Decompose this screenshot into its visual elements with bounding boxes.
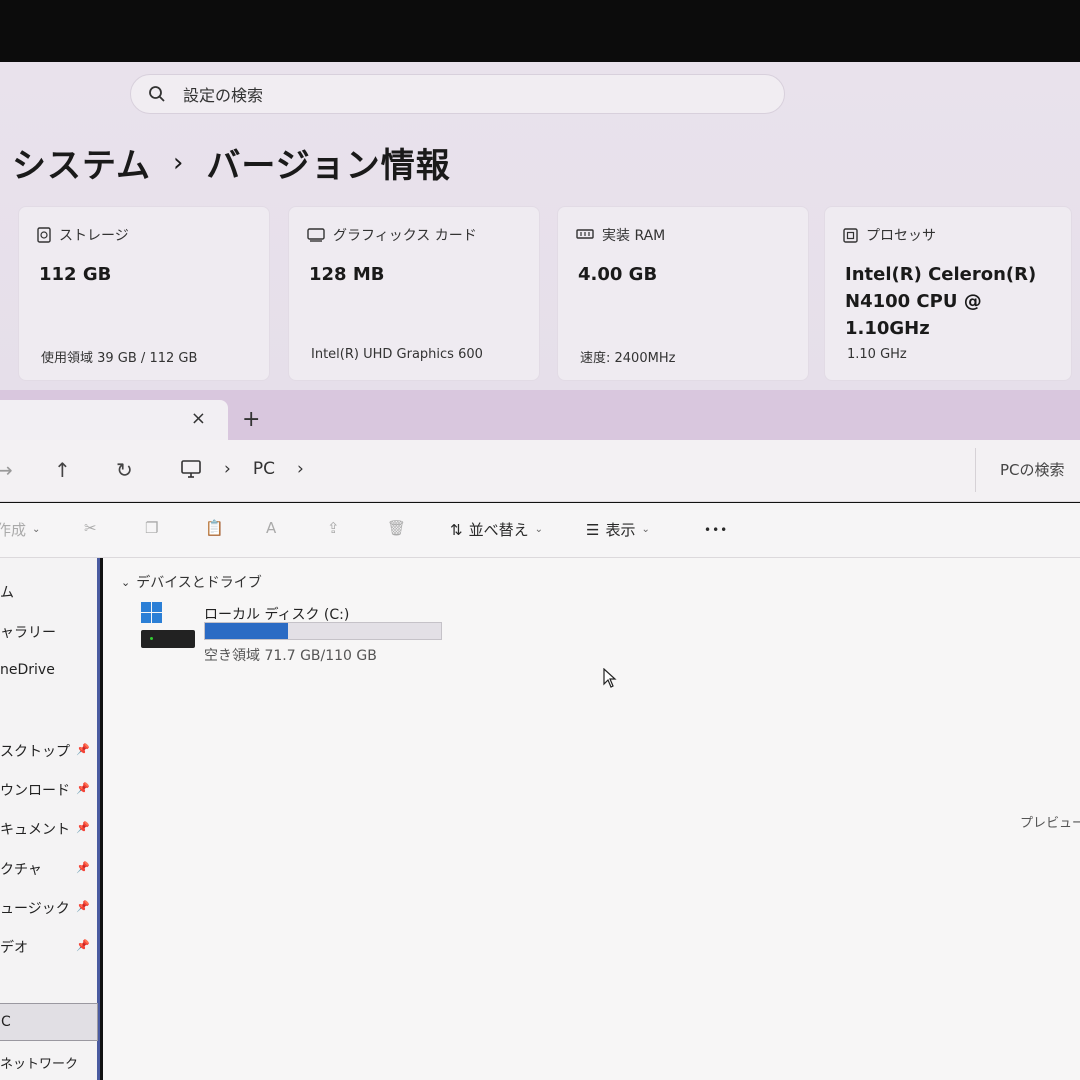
ram-label: 実装 RAM <box>602 228 666 244</box>
gpu-value: 128 MB <box>309 264 385 285</box>
address-bar: → ↑ ↻ › PC › PCの検索 <box>0 440 1080 502</box>
chevron-down-icon: ⌄ <box>641 524 650 535</box>
pin-icon: 📌 <box>76 900 90 913</box>
group-header-devices[interactable]: ⌄ デバイスとドライブ <box>121 572 262 592</box>
new-button[interactable]: 作成 ⌄ <box>0 519 40 540</box>
sort-label: 並べ替え <box>468 521 529 539</box>
gpu-card: グラフィックス カード 128 MB Intel(R) UHD Graphics… <box>288 206 540 381</box>
navigation-pane: ム ャラリー neDrive スクトップ 📌 ウンロード 📌 キュメント 📌 ク… <box>0 558 100 1080</box>
ram-value: 4.00 GB <box>578 264 658 285</box>
explorer-tab[interactable]: × <box>0 400 228 440</box>
tab-close-button[interactable]: × <box>191 408 206 429</box>
top-bezel <box>0 0 1080 62</box>
cpu-sub: 1.10 GHz <box>847 347 907 362</box>
nav-item-pc[interactable]: C <box>0 1003 98 1041</box>
cpu-label: プロセッサ <box>866 228 936 244</box>
breadcrumb-separator: › <box>172 147 185 178</box>
storage-value: 112 GB <box>39 264 112 285</box>
ram-card: 実装 RAM 4.00 GB 速度: 2400MHz <box>557 206 809 381</box>
share-icon[interactable]: ⇪ <box>327 519 340 537</box>
drive-c-item[interactable]: ローカル ディスク (C:) 空き領域 71.7 GB/110 GB <box>141 602 451 664</box>
drive-name: ローカル ディスク (C:) <box>204 607 350 623</box>
preview-pane-text: プレビューを <box>1020 816 1080 831</box>
chevron-down-icon: ⌄ <box>121 575 131 589</box>
breadcrumb-pc[interactable]: PC <box>253 459 275 479</box>
settings-search-input[interactable]: 設定の検索 <box>183 82 263 106</box>
ram-sub: 速度: 2400MHz <box>580 351 676 366</box>
view-icon: ☰ <box>586 520 600 539</box>
pin-icon: 📌 <box>76 821 90 834</box>
nav-item-downloads[interactable]: ウンロード <box>0 780 70 800</box>
settings-search-box[interactable]: 設定の検索 <box>130 74 785 114</box>
cpu-card: プロセッサ Intel(R) Celeron(R) N4100 CPU @ 1.… <box>824 206 1072 381</box>
delete-icon[interactable]: 🗑 <box>387 519 406 537</box>
refresh-icon[interactable]: ↻ <box>116 458 133 482</box>
nav-item-desktop[interactable]: スクトップ <box>0 741 70 761</box>
cpu-value-line2: N4100 CPU @ 1.10GHz <box>845 291 982 339</box>
pin-icon: 📌 <box>76 939 90 952</box>
chevron-right-icon: › <box>296 459 304 479</box>
nav-item-onedrive[interactable]: neDrive <box>0 662 55 678</box>
cpu-icon <box>843 227 858 243</box>
nav-item-network[interactable]: ネットワーク <box>0 1053 78 1072</box>
chevron-down-icon: ⌄ <box>534 524 543 535</box>
sort-button[interactable]: ⇅ 並べ替え ⌄ <box>450 519 543 540</box>
drive-free-space: 空き領域 71.7 GB/110 GB <box>204 648 377 664</box>
chevron-right-icon: › <box>224 459 231 479</box>
page-title: システム › バージョン情報 <box>12 138 451 187</box>
pin-icon: 📌 <box>76 861 90 874</box>
breadcrumb-current: バージョン情報 <box>206 146 451 186</box>
search-icon <box>131 85 183 103</box>
mouse-cursor-icon <box>603 668 617 688</box>
explorer-toolbar: 作成 ⌄ ✂ ❐ 📋 A ⇪ 🗑 ⇅ 並べ替え ⌄ ☰ 表示 ⌄ ••• <box>0 503 1080 558</box>
settings-window: 設定の検索 システム › バージョン情報 ストレージ 112 GB 使用領域 3… <box>0 62 1080 392</box>
more-options-button[interactable]: ••• <box>704 523 728 537</box>
up-arrow-icon[interactable]: ↑ <box>54 458 71 482</box>
storage-card: ストレージ 112 GB 使用領域 39 GB / 112 GB <box>18 206 270 381</box>
storage-label: ストレージ <box>59 228 129 244</box>
storage-sub: 使用領域 39 GB / 112 GB <box>41 351 198 366</box>
group-title: デバイスとドライブ <box>136 575 262 591</box>
drive-usage-bar <box>204 622 442 640</box>
sort-icon: ⇅ <box>450 520 463 539</box>
pin-icon: 📌 <box>76 782 90 795</box>
nav-item-documents[interactable]: キュメント <box>0 819 70 839</box>
forward-arrow-icon[interactable]: → <box>0 458 13 482</box>
nav-item-videos[interactable]: デオ <box>0 937 28 957</box>
windows-logo-icon <box>141 602 162 623</box>
breadcrumb-parent[interactable]: システム <box>12 138 151 187</box>
rename-icon[interactable]: A <box>266 519 276 537</box>
gpu-sub: Intel(R) UHD Graphics 600 <box>311 347 483 362</box>
monitor-icon <box>181 460 201 478</box>
new-tab-button[interactable]: + <box>242 407 260 432</box>
nav-item-pictures[interactable]: クチャ <box>0 859 42 879</box>
nav-item-gallery[interactable]: ャラリー <box>0 622 56 642</box>
path-breadcrumb[interactable]: › PC › <box>180 459 304 479</box>
drive-usage-fill <box>205 623 288 639</box>
gpu-icon <box>307 228 325 242</box>
cut-icon[interactable]: ✂ <box>84 519 97 537</box>
new-button-label: 作成 <box>0 521 27 539</box>
content-area: ⌄ デバイスとドライブ ローカル ディスク (C:) 空き領域 71.7 GB/… <box>103 558 1080 1080</box>
storage-icon <box>37 227 51 243</box>
view-button[interactable]: ☰ 表示 ⌄ <box>586 519 650 540</box>
drive-icon <box>141 630 195 648</box>
nav-item-music[interactable]: ュージック <box>0 898 70 918</box>
paste-icon[interactable]: 📋 <box>205 519 224 537</box>
pc-search-input[interactable]: PCの検索 <box>975 448 1080 492</box>
chevron-down-icon: ⌄ <box>32 524 41 535</box>
cpu-value-line1: Intel(R) Celeron(R) <box>845 264 1037 285</box>
nav-item-pc-label: C <box>1 1014 11 1030</box>
ram-icon <box>576 229 594 239</box>
copy-icon[interactable]: ❐ <box>145 519 158 537</box>
nav-item-home[interactable]: ム <box>0 582 14 602</box>
view-label: 表示 <box>605 521 636 539</box>
gpu-label: グラフィックス カード <box>333 228 477 244</box>
pin-icon: 📌 <box>76 743 90 756</box>
explorer-tab-bar: × + <box>0 390 1080 440</box>
